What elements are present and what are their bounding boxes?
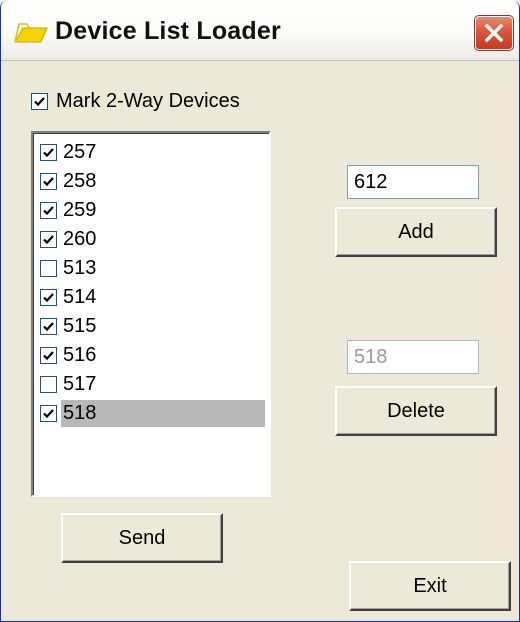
list-item-515[interactable]: 515: [38, 312, 268, 341]
mark-two-way-checkbox[interactable]: [31, 92, 48, 110]
delete-button[interactable]: Delete: [335, 386, 497, 436]
add-device-input[interactable]: 612: [347, 165, 479, 199]
check-icon: [43, 293, 54, 303]
window-title: Device List Loader: [55, 17, 281, 45]
check-icon: [43, 206, 54, 216]
close-button[interactable]: [474, 15, 514, 51]
mark-two-way-label: Mark 2-Way Devices: [56, 89, 240, 112]
device-listbox-frame: 257 258 259 260 513 514 515 516 517 518: [33, 133, 269, 495]
device-checkbox-514[interactable]: [40, 289, 57, 306]
device-checkbox-260[interactable]: [40, 231, 57, 248]
device-checkbox-516[interactable]: [40, 347, 57, 364]
device-checkbox-517[interactable]: [40, 376, 57, 393]
exit-button[interactable]: Exit: [349, 561, 511, 611]
list-item-label: 260: [63, 228, 97, 250]
list-item-label: 515: [63, 315, 97, 337]
device-checkbox-515[interactable]: [40, 318, 57, 335]
list-item-label: 518: [61, 400, 265, 427]
list-item-label: 516: [63, 344, 97, 366]
device-list-loader-window: Device List Loader Mark 2-Way Devices 25…: [0, 0, 520, 622]
list-item-514[interactable]: 514: [38, 283, 268, 312]
check-icon: [43, 177, 54, 187]
device-checkbox-513[interactable]: [40, 260, 57, 277]
dialog-body: Mark 2-Way Devices 257 258 259 260 513 5…: [9, 61, 513, 621]
device-checkbox-518[interactable]: [40, 405, 57, 422]
list-item-label: 514: [63, 286, 97, 308]
check-icon: [43, 322, 54, 332]
folder-arrow-icon: [14, 23, 48, 43]
close-icon: [484, 23, 504, 43]
delete-device-input: 518: [347, 340, 479, 374]
list-item-label: 259: [63, 199, 97, 221]
add-button[interactable]: Add: [335, 207, 497, 257]
mark-two-way-checkbox-row[interactable]: Mark 2-Way Devices: [31, 89, 240, 113]
device-checkbox-257[interactable]: [40, 144, 57, 161]
list-item-label: 258: [63, 170, 97, 192]
list-item-260[interactable]: 260: [38, 225, 268, 254]
list-item-516[interactable]: 516: [38, 341, 268, 370]
list-item-517[interactable]: 517: [38, 370, 268, 399]
device-listbox[interactable]: 257 258 259 260 513 514 515 516 517 518: [31, 131, 271, 497]
list-item-label: 513: [63, 257, 97, 279]
title-bar[interactable]: Device List Loader: [1, 0, 519, 61]
device-checkbox-259[interactable]: [40, 202, 57, 219]
list-item-label: 517: [63, 373, 97, 395]
check-icon: [43, 409, 54, 419]
send-button[interactable]: Send: [61, 513, 223, 563]
check-icon: [43, 148, 54, 158]
list-item-518[interactable]: 518: [38, 399, 268, 428]
list-item-259[interactable]: 259: [38, 196, 268, 225]
list-item-257[interactable]: 257: [38, 138, 268, 167]
device-checkbox-258[interactable]: [40, 173, 57, 190]
list-item-513[interactable]: 513: [38, 254, 268, 283]
list-item-258[interactable]: 258: [38, 167, 268, 196]
check-icon: [34, 96, 45, 106]
check-icon: [43, 351, 54, 361]
list-item-label: 257: [63, 141, 97, 163]
check-icon: [43, 235, 54, 245]
